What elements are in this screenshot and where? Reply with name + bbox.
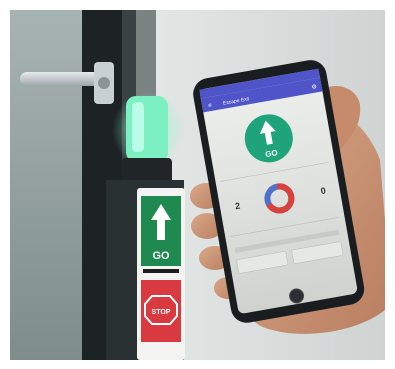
glass-door [10, 10, 90, 360]
stop-sign-label: STOP [152, 309, 171, 316]
photo-scene: GO STOP ≡ Escape Exit ⚙ GO 2 0 [10, 10, 385, 360]
photo-frame: GO STOP ≡ Escape Exit ⚙ GO 2 0 [10, 10, 385, 360]
exit-sign: GO STOP [137, 188, 185, 360]
go-sign-label: GO [152, 250, 170, 262]
